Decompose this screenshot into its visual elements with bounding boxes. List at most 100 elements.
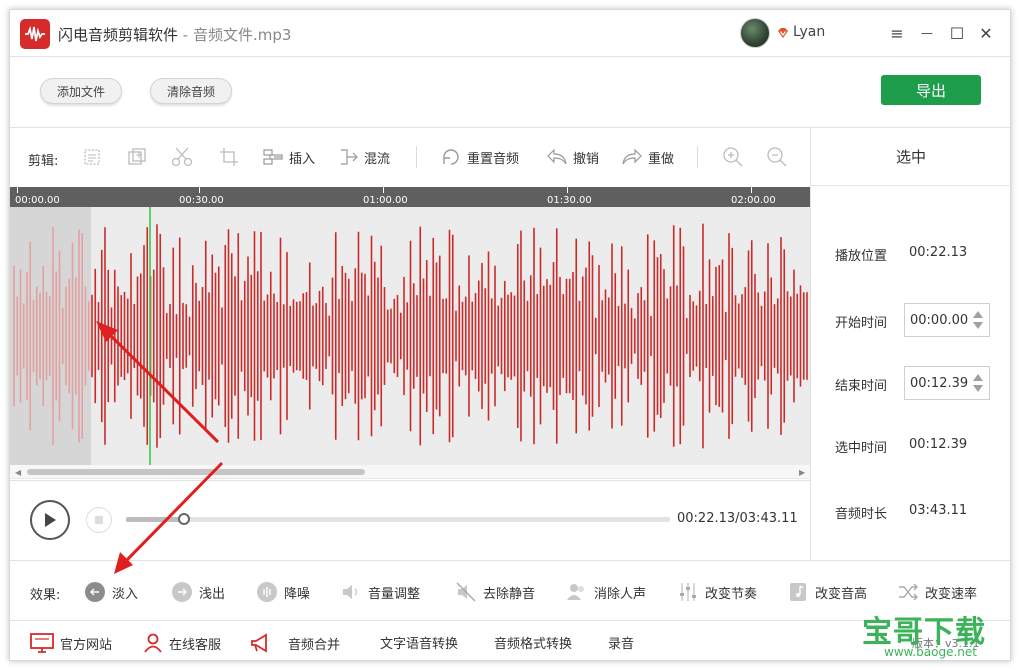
paste-icon[interactable] [127,144,147,170]
tempo-button[interactable]: 改变节奏 [677,580,757,604]
record-label: 录音 [608,637,635,652]
close-button[interactable]: ✕ [975,22,997,44]
tick-line [383,187,384,193]
pitch-icon [790,583,806,601]
export-button[interactable]: 导出 [881,75,981,105]
cut-icon[interactable] [171,144,193,170]
insert-button[interactable]: 插入 [262,144,315,170]
remove-vocal-button[interactable]: 消除人声 [566,580,646,604]
remove-silence-button[interactable]: 去除静音 [455,580,535,604]
user-icon [144,633,162,653]
fade-out-button[interactable]: 浅出 [171,580,225,604]
pitch-button[interactable]: 改变音高 [787,580,867,604]
undo-label: 撤销 [573,151,600,167]
speed-button[interactable]: 改变速率 [897,580,977,604]
record-link[interactable]: 录音 [608,633,634,652]
end-time-value: 00:12.39 [910,376,969,391]
vip-diamond-icon [776,26,790,40]
volume-icon [343,585,358,599]
website-link[interactable]: 官方网站 [30,633,112,653]
file-name: 音频文件.mp3 [192,26,292,44]
avatar[interactable] [740,18,770,48]
spin-down-icon[interactable] [973,322,983,329]
effects-label: 效果: [30,588,61,603]
time-ruler[interactable]: 00:00.00 00:30.00 01:00.00 01:30.00 02:0… [10,187,810,207]
spin-up-icon[interactable] [973,374,983,381]
tick-line [199,187,200,193]
start-time-input[interactable]: 00:00.00 [904,303,990,337]
tick-line [567,187,568,193]
title-bar: 闪电音频剪辑软件 - 音频文件.mp3 Lyan ≡ — ☐ ✕ [10,10,1010,56]
edit-toolbar: 剪辑: 插入 混流 重置音频 撤销 重做 [10,128,810,186]
zoom-out-icon[interactable] [766,144,788,170]
remove-silence-label: 去除静音 [483,586,536,602]
zoom-in-icon[interactable] [722,144,744,170]
add-file-button[interactable]: 添加文件 [40,78,123,104]
playback-progress[interactable] [126,513,670,525]
volume-button[interactable]: 音量调整 [340,580,420,604]
stop-button[interactable] [86,507,112,533]
selected-value: 00:12.39 [909,437,968,452]
username[interactable]: Lyan [793,24,825,40]
divider [10,560,1010,561]
remove-vocal-label: 消除人声 [594,586,647,602]
pitch-label: 改变音高 [815,586,868,602]
copy-icon[interactable] [82,144,102,170]
position-value: 00:22.13 [909,245,968,260]
tts-link[interactable]: 文字语音转换 [380,633,458,652]
fade-out-label: 浅出 [199,586,226,602]
waveform-icon [20,19,50,49]
tick-label: 02:00.00 [731,195,776,206]
fade-in-label: 淡入 [112,586,139,602]
maximize-button[interactable]: ☐ [946,22,968,44]
minimize-button[interactable]: — [916,22,938,44]
window-title: 闪电音频剪辑软件 - 音频文件.mp3 [58,24,291,45]
watermark: 宝哥下载 www.baoge.net [862,607,986,659]
app-window: 闪电音频剪辑软件 - 音频文件.mp3 Lyan ≡ — ☐ ✕ 添加文件 清除… [9,9,1011,661]
time-readout: 00:22.13/03:43.11 [677,511,798,526]
waveform-canvas[interactable] [10,207,810,465]
scrollbar-thumb[interactable] [27,469,365,475]
scroll-right-icon[interactable]: ▶ [799,468,805,477]
spin-down-icon[interactable] [973,385,983,392]
end-label: 结束时间 [835,379,888,394]
menu-button[interactable]: ≡ [886,22,908,44]
watermark-url: www.baoge.net [884,645,977,659]
progress-knob[interactable] [178,513,191,525]
denoise-button[interactable]: 降噪 [256,580,310,604]
tick-label: 00:30.00 [179,195,224,206]
fade-in-button[interactable]: 淡入 [84,580,138,604]
crop-icon[interactable] [219,144,239,170]
redo-button[interactable]: 重做 [621,144,674,170]
waveform[interactable] [10,207,810,465]
divider [10,480,810,481]
tempo-icon [680,583,696,601]
convert-link[interactable]: 音频格式转换 [494,633,572,652]
end-time-input[interactable]: 00:12.39 [904,366,990,400]
merge-link[interactable]: 音频合并 [250,633,340,653]
divider [10,56,1010,57]
mix-label: 混流 [364,151,391,167]
toolbar-label: 剪辑: [28,154,59,169]
undo-button[interactable]: 撤销 [546,144,599,170]
scroll-left-icon[interactable]: ◀ [15,468,21,477]
tts-label: 文字语音转换 [380,637,459,652]
tick-label: 01:00.00 [363,195,408,206]
tick-line [751,187,752,193]
reset-audio-button[interactable]: 重置音频 [440,144,519,170]
horizontal-scrollbar[interactable]: ◀ ▶ [10,465,810,479]
divider [10,620,1010,621]
toolbar-separator [697,146,698,168]
mix-button[interactable]: 混流 [339,144,390,170]
service-link[interactable]: 在线客服 [143,633,221,653]
spin-up-icon[interactable] [973,311,983,318]
stop-icon [95,516,103,524]
selection-panel: 选中 播放位置 00:22.13 开始时间 00:00.00 结束时间 00:1… [810,128,1011,560]
mute-icon [456,582,476,602]
progress-fill [126,517,185,522]
start-label: 开始时间 [835,316,888,331]
clear-audio-button[interactable]: 清除音频 [150,78,233,104]
play-button[interactable] [30,500,70,540]
position-label: 播放位置 [835,249,888,264]
insert-label: 插入 [289,151,316,167]
